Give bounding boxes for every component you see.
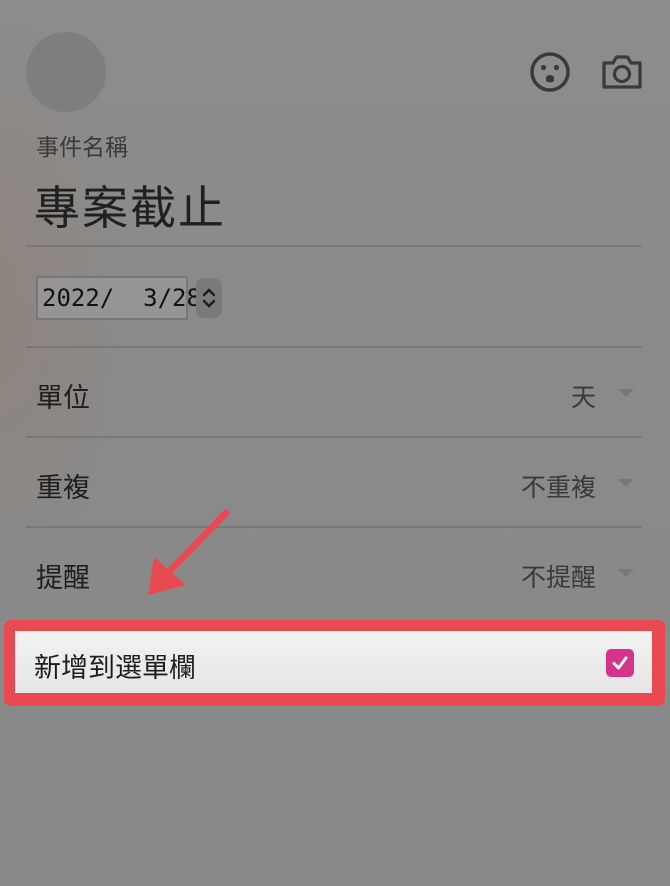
divider — [26, 346, 642, 348]
chevron-down-icon[interactable] — [618, 479, 634, 487]
divider — [26, 436, 642, 438]
chevron-down-icon[interactable] — [618, 389, 634, 397]
unit-select-value[interactable]: 天 — [571, 378, 596, 414]
repeat-label: 重複 — [36, 473, 90, 504]
event-name-label: 事件名稱 — [36, 135, 128, 161]
date-field[interactable]: 2022/ 3/28 — [36, 276, 201, 320]
checkmark-icon — [612, 656, 628, 670]
smiley-face-icon — [530, 52, 570, 92]
reminder-label: 提醒 — [36, 563, 90, 594]
chevron-down-icon[interactable] — [201, 298, 217, 310]
unit-label: 單位 — [36, 383, 90, 414]
event-name-value[interactable]: 專案截止 — [34, 172, 226, 238]
date-stepper[interactable] — [196, 278, 222, 318]
repeat-select-value[interactable]: 不重複 — [521, 468, 596, 504]
divider — [26, 245, 642, 247]
camera-button[interactable] — [600, 50, 644, 94]
menu-bar-checkbox[interactable] — [606, 649, 634, 677]
chevron-up-icon[interactable] — [201, 286, 217, 298]
avatar[interactable] — [26, 32, 106, 112]
arrow-annotation — [148, 509, 230, 595]
reminder-select-value[interactable]: 不提醒 — [521, 558, 596, 594]
chevron-down-icon[interactable] — [618, 569, 634, 577]
divider — [26, 526, 642, 528]
emoji-button[interactable] — [528, 50, 572, 94]
menu-bar-label: 新增到選單欄 — [34, 653, 196, 684]
camera-icon — [602, 55, 642, 89]
